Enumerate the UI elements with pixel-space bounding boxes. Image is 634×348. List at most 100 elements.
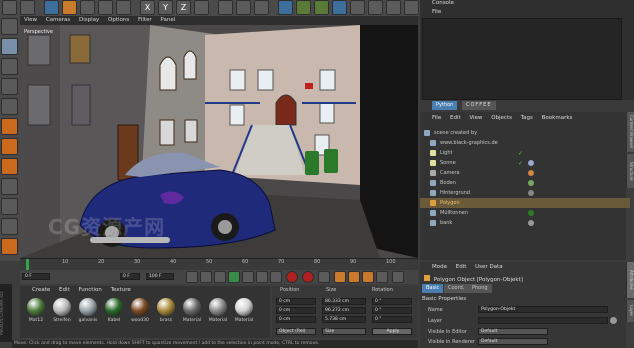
om-menu-objects[interactable]: Objects: [491, 115, 512, 121]
go-to-start-icon[interactable]: [186, 271, 198, 283]
array-icon[interactable]: [314, 0, 329, 15]
list-item[interactable]: Boden: [420, 178, 630, 188]
attr-menu-edit[interactable]: Edit: [456, 264, 467, 270]
render-view-icon[interactable]: [218, 0, 233, 15]
mat-menu-create[interactable]: Create: [32, 287, 50, 293]
position-x-field[interactable]: 0 cm: [276, 298, 316, 305]
material-swatch[interactable]: [53, 298, 71, 316]
om-menu-file[interactable]: File: [432, 115, 441, 121]
viewport-menu-options[interactable]: Options: [108, 17, 129, 23]
material-swatch[interactable]: [79, 298, 97, 316]
side-tab-content-browser[interactable]: Content Browser: [626, 112, 634, 152]
layout-icon[interactable]: [404, 0, 419, 15]
magnet-icon[interactable]: [1, 238, 18, 255]
tab-coffee[interactable]: COFFEE: [462, 101, 496, 110]
viewport-menu-cameras[interactable]: Cameras: [46, 17, 70, 23]
autokey-icon[interactable]: [302, 271, 314, 283]
floor-icon[interactable]: [350, 0, 365, 15]
camera-tool-icon[interactable]: [368, 0, 383, 15]
redo-icon[interactable]: [20, 0, 35, 15]
material-swatch[interactable]: [183, 298, 201, 316]
edit-render-settings-icon[interactable]: [254, 0, 269, 15]
layer-field[interactable]: [478, 317, 608, 324]
tweak-mode-icon[interactable]: [1, 198, 18, 215]
deformer-icon[interactable]: [332, 0, 347, 15]
tab-coord[interactable]: Coord.: [444, 284, 469, 293]
make-editable-icon[interactable]: [1, 18, 18, 35]
recent-tools-icon[interactable]: [116, 0, 131, 15]
list-item[interactable]: Polygon: [420, 198, 630, 208]
attr-menu-mode[interactable]: Mode: [432, 264, 447, 270]
enable-axis-icon[interactable]: [1, 178, 18, 195]
list-item[interactable]: www.black-graphics.de: [420, 138, 630, 148]
position-z-field[interactable]: 0 cm: [276, 316, 316, 323]
list-item[interactable]: Light ✓: [420, 148, 630, 158]
rotation-h-field[interactable]: 0 °: [372, 298, 412, 305]
points-mode-icon[interactable]: [1, 118, 18, 135]
list-item[interactable]: bank: [420, 218, 630, 228]
rotation-key-icon[interactable]: [362, 271, 374, 283]
layer-picker-icon[interactable]: [610, 317, 617, 324]
mat-menu-edit[interactable]: Edit: [59, 287, 70, 293]
visible-in-editor-select[interactable]: Default: [478, 328, 548, 335]
viewport-menu-display[interactable]: Display: [79, 17, 99, 23]
side-tab-structure[interactable]: Structure: [626, 154, 634, 188]
material-tag-icon[interactable]: [528, 210, 534, 216]
list-item[interactable]: Mülltonnen: [420, 208, 630, 218]
size-z-field[interactable]: 5.738 cm: [322, 316, 366, 323]
z-axis-icon[interactable]: Z: [176, 0, 191, 15]
console-menu-file[interactable]: File: [432, 9, 441, 15]
position-y-field[interactable]: 0 cm: [276, 307, 316, 314]
rotation-b-field[interactable]: 0 °: [372, 316, 412, 323]
om-menu-tags[interactable]: Tags: [521, 115, 533, 121]
edges-mode-icon[interactable]: [1, 138, 18, 155]
texture-mode-icon[interactable]: [1, 58, 18, 75]
timeline-menu-icon[interactable]: [392, 271, 404, 283]
y-axis-icon[interactable]: Y: [158, 0, 173, 15]
record-icon[interactable]: [286, 271, 298, 283]
material-tag-icon[interactable]: [528, 190, 534, 196]
om-menu-view[interactable]: View: [469, 115, 482, 121]
tab-phong[interactable]: Phong: [468, 284, 492, 293]
coordinate-system-icon[interactable]: [194, 0, 209, 15]
coord-mode-select[interactable]: Object (Rel): [276, 328, 316, 335]
material-swatch[interactable]: [209, 298, 227, 316]
rotation-p-field[interactable]: 0 °: [372, 307, 412, 314]
model-mode-icon[interactable]: [1, 38, 18, 55]
frame-end-field[interactable]: 100 F: [146, 273, 174, 280]
move-icon[interactable]: [62, 0, 77, 15]
snapping-icon[interactable]: [1, 218, 18, 235]
cube-icon[interactable]: [278, 0, 293, 15]
material-swatch[interactable]: [105, 298, 123, 316]
mat-menu-function[interactable]: Function: [78, 287, 101, 293]
tab-python[interactable]: Python: [432, 101, 458, 110]
material-swatch[interactable]: [157, 298, 175, 316]
live-select-icon[interactable]: [44, 0, 59, 15]
light-tool-icon[interactable]: [386, 0, 401, 15]
polygons-mode-icon[interactable]: [1, 158, 18, 175]
material-swatch[interactable]: [235, 298, 253, 316]
viewport-menu-view[interactable]: View: [24, 17, 37, 23]
play-icon[interactable]: [228, 271, 240, 283]
position-key-icon[interactable]: [334, 271, 346, 283]
viewport-menu-filter[interactable]: Filter: [138, 17, 152, 23]
parameter-key-icon[interactable]: [376, 271, 388, 283]
om-menu-edit[interactable]: Edit: [450, 115, 461, 121]
render-picture-viewer-icon[interactable]: [236, 0, 251, 15]
rotate-icon[interactable]: [98, 0, 113, 15]
nurbs-icon[interactable]: [296, 0, 311, 15]
previous-key-icon[interactable]: [200, 271, 212, 283]
go-to-end-icon[interactable]: [270, 271, 282, 283]
texture-axis-icon[interactable]: [1, 78, 18, 95]
list-item[interactable]: Camera: [420, 168, 630, 178]
viewport-menu-panel[interactable]: Panel: [160, 17, 175, 23]
material-swatch[interactable]: [27, 298, 45, 316]
side-tab-layer[interactable]: Layer: [626, 300, 634, 322]
frame-start-field[interactable]: 0 F: [22, 273, 50, 280]
size-x-field[interactable]: 80.333 cm: [322, 298, 366, 305]
name-field[interactable]: Polygon-Objekt: [478, 306, 608, 313]
tag-icon[interactable]: [528, 170, 534, 176]
x-axis-icon[interactable]: X: [140, 0, 155, 15]
om-menu-bookmarks[interactable]: Bookmarks: [542, 115, 573, 121]
list-item[interactable]: scene created by: [420, 128, 630, 138]
